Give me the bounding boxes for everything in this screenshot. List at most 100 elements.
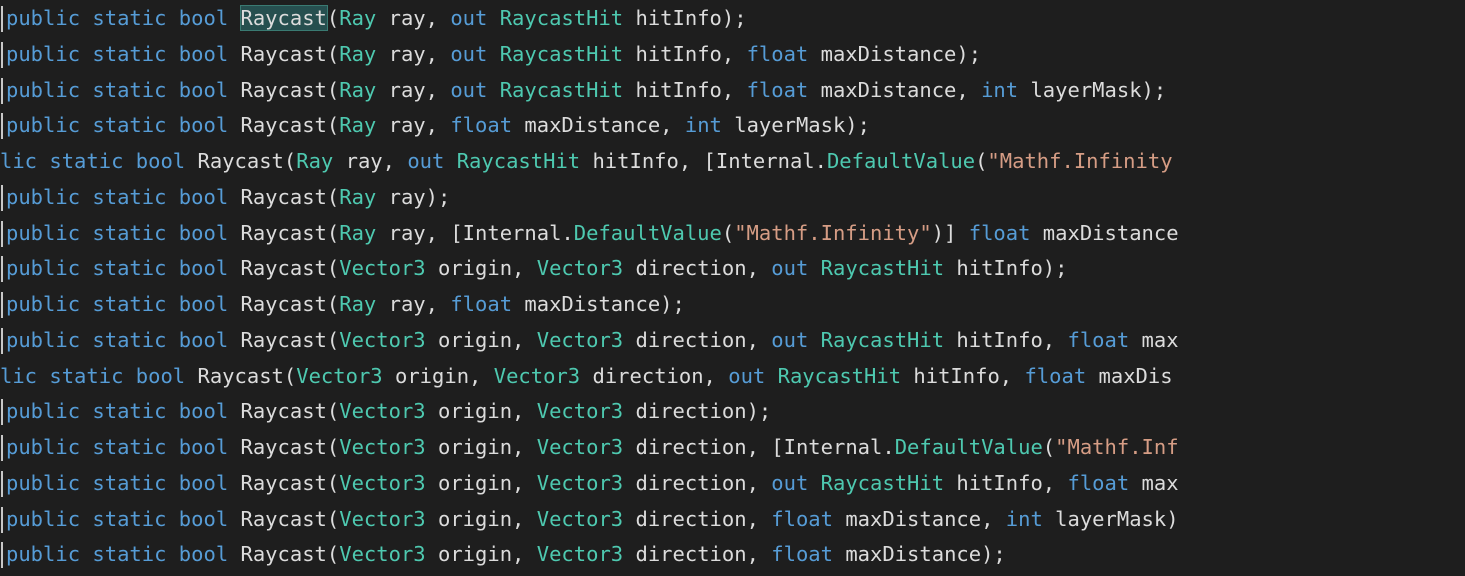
identifier-token: )]	[931, 220, 969, 245]
identifier-token: hitInfo,	[623, 77, 747, 102]
identifier-token: hitInfo);	[944, 256, 1068, 281]
type-token: Vector3	[536, 542, 624, 567]
code-line[interactable]: public static bool Raycast(Vector3 origi…	[0, 251, 1465, 286]
code-text: public static bool Raycast(Vector3 origi…	[6, 394, 771, 429]
identifier-token: direction,	[623, 470, 772, 495]
keyword-token: public static bool	[6, 435, 241, 459]
type-token: Vector3	[536, 470, 624, 495]
type-token: Vector3	[536, 256, 624, 281]
identifier-token: ray,	[376, 77, 451, 102]
keyword-token: int	[684, 113, 722, 138]
keyword-token: public static bool	[6, 184, 241, 209]
code-text: public static bool Raycast(Ray ray, [Int…	[6, 216, 1179, 251]
identifier-token: (	[1042, 435, 1056, 459]
keyword-token: public static bool	[6, 220, 241, 245]
identifier-token: maxDistance);	[832, 542, 1006, 567]
identifier-token: hitInfo);	[623, 6, 747, 30]
string-token: "Mathf.Infinity"	[734, 220, 932, 245]
keyword-token: out	[771, 256, 821, 281]
identifier-token: ray,	[376, 41, 451, 66]
identifier-token: origin,	[425, 435, 537, 459]
keyword-token: public static bool	[6, 41, 241, 66]
code-text: public static bool Raycast(Vector3 origi…	[6, 502, 1179, 537]
identifier-token: direction,	[623, 506, 772, 531]
identifier-token: maxDistance,	[808, 77, 982, 102]
type-token: Vector3	[536, 435, 624, 459]
keyword-token: float	[1024, 363, 1087, 388]
keyword-token: float	[746, 77, 809, 102]
identifier-token: direction, [Internal.	[623, 435, 895, 459]
type-token: Vector3	[536, 327, 624, 352]
identifier-token: Raycast(	[197, 149, 297, 173]
line-marker	[1, 435, 3, 461]
type-token: Ray	[339, 6, 377, 30]
code-line[interactable]: public static bool Raycast(Ray ray, out …	[0, 73, 1465, 108]
type-token: Ray	[339, 184, 377, 209]
keyword-token: out	[407, 149, 457, 173]
identifier-token: ray,	[376, 292, 451, 316]
line-marker	[1, 77, 3, 104]
code-line[interactable]: public static bool Raycast(Vector3 origi…	[0, 394, 1465, 429]
identifier-token: ray,	[376, 6, 451, 30]
identifier-token: Raycast(	[240, 506, 340, 531]
string-token: "Mathf.Inf	[1055, 435, 1179, 459]
identifier-token: max	[1129, 470, 1179, 495]
code-text: lic static bool Raycast(Vector3 origin, …	[0, 359, 1173, 394]
code-line[interactable]: public static bool Raycast(Ray ray, out …	[0, 37, 1465, 72]
line-marker	[1, 327, 3, 354]
code-line[interactable]: public static bool Raycast(Ray ray, floa…	[0, 108, 1465, 143]
code-line[interactable]: public static bool Raycast(Ray ray, floa…	[0, 287, 1465, 322]
type-token: Vector3	[339, 256, 426, 281]
code-line[interactable]: public static bool Raycast(Ray ray, [Int…	[0, 216, 1465, 251]
identifier-token: Raycast(	[240, 292, 340, 316]
code-line[interactable]: public static bool Raycast(Vector3 origi…	[0, 430, 1465, 465]
type-token: RaycastHit	[499, 77, 624, 102]
type-token: RaycastHit	[820, 470, 945, 495]
identifier-token: Raycast(	[240, 327, 340, 352]
code-text: lic static bool Raycast(Ray ray, out Ray…	[0, 144, 1173, 179]
type-token: Vector3	[339, 470, 426, 495]
code-editor[interactable]: public static bool Raycast(Ray ray, out …	[0, 0, 1465, 576]
identifier-token: maxDistance,	[512, 113, 685, 138]
line-marker	[1, 399, 3, 426]
type-token: RaycastHit	[777, 363, 902, 388]
type-token: RaycastHit	[820, 327, 945, 352]
line-marker	[1, 292, 3, 318]
code-text: public static bool Raycast(Vector3 origi…	[6, 430, 1179, 465]
identifier-token: origin,	[425, 506, 537, 531]
identifier-token: (	[721, 220, 735, 245]
code-line[interactable]: public static bool Raycast(Vector3 origi…	[0, 502, 1465, 537]
type-token: Vector3	[493, 363, 581, 388]
code-line[interactable]: public static bool Raycast(Ray ray, out …	[0, 1, 1465, 36]
identifier-token: ray,	[376, 113, 451, 138]
keyword-token: lic static bool	[0, 363, 198, 388]
type-token: Ray	[339, 113, 377, 138]
type-token: Ray	[339, 77, 377, 102]
code-line[interactable]: public static bool Raycast(Vector3 origi…	[0, 323, 1465, 358]
code-line[interactable]: lic static bool Raycast(Ray ray, out Ray…	[0, 144, 1465, 179]
keyword-token: float	[450, 292, 513, 316]
keyword-token: float	[746, 41, 809, 66]
type-token: Vector3	[339, 435, 426, 459]
keyword-token: public static bool	[6, 506, 241, 531]
code-text: public static bool Raycast(Ray ray, out …	[6, 37, 981, 72]
code-text: public static bool Raycast(Ray ray, floa…	[6, 287, 685, 322]
keyword-token: int	[1005, 506, 1043, 531]
keyword-token: float	[968, 220, 1031, 245]
code-line[interactable]: public static bool Raycast(Ray ray);	[0, 180, 1465, 215]
code-line[interactable]: lic static bool Raycast(Vector3 origin, …	[0, 359, 1465, 394]
keyword-token: public static bool	[6, 256, 241, 281]
keyword-token: public static bool	[6, 6, 241, 30]
keyword-token: public static bool	[6, 542, 241, 567]
identifier-token: layerMask)	[1042, 506, 1179, 531]
string-token: "Mathf.Infinity	[987, 149, 1173, 173]
keyword-token: float	[450, 113, 513, 138]
identifier-token: origin,	[425, 542, 537, 567]
identifier-token: Raycast(	[197, 363, 297, 388]
code-line[interactable]: public static bool Raycast(Vector3 origi…	[0, 466, 1465, 501]
identifier-token: maxDistance,	[832, 506, 1006, 531]
identifier-token: layerMask);	[1018, 77, 1167, 102]
identifier-token: hitInfo, [Internal.	[580, 149, 827, 173]
identifier-token: maxDistance);	[512, 292, 685, 316]
code-line[interactable]: public static bool Raycast(Vector3 origi…	[0, 537, 1465, 572]
